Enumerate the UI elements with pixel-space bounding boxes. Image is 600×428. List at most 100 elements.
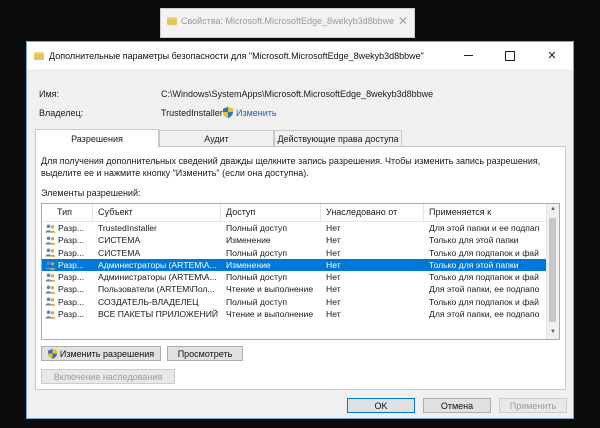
column-applies-to[interactable]: Применяется к <box>424 204 548 221</box>
close-icon: ✕ <box>547 50 557 62</box>
background-close-icon[interactable]: ✕ <box>398 14 408 28</box>
row-type-text: Разр... <box>58 259 85 270</box>
row-inherited: Нет <box>326 309 341 320</box>
row-type: Разр... <box>42 259 93 271</box>
column-access[interactable]: Доступ <box>221 204 321 221</box>
row-subject: Администраторы (ARTEM\A... <box>98 259 217 270</box>
row-type: Разр... <box>42 308 93 320</box>
column-subject[interactable]: Субъект <box>93 204 221 221</box>
folder-icon <box>167 17 177 25</box>
row-type: Разр... <box>42 296 93 308</box>
row-access: Полный доступ <box>226 247 287 258</box>
column-type[interactable]: Тип <box>42 204 93 221</box>
row-access: Чтение и выполнение <box>226 309 314 320</box>
row-access: Полный доступ <box>226 296 287 307</box>
permission-entries-label: Элементы разрешений: <box>41 188 141 198</box>
row-inherited: Нет <box>326 272 341 283</box>
scrollbar-thumb[interactable] <box>549 218 556 322</box>
permission-entries-list[interactable]: Тип Субъект Доступ Унаследовано от Приме… <box>41 203 560 340</box>
row-type-text: Разр... <box>58 223 85 233</box>
user-group-icon <box>45 261 56 270</box>
advanced-security-window: Дополнительные параметры безопасности дл… <box>26 41 574 419</box>
row-type-text: Разр... <box>58 284 85 295</box>
change-owner-label: Изменить <box>236 107 277 118</box>
maximize-icon <box>505 50 515 61</box>
table-row[interactable]: Разр... Администраторы (ARTEM\A... Полный … <box>42 271 548 283</box>
user-group-icon <box>45 248 56 258</box>
row-access: Изменение <box>226 259 271 270</box>
minimize-button[interactable] <box>447 42 489 69</box>
owner-label: Владелец: <box>39 108 84 118</box>
tab-permissions[interactable]: Разрешения <box>35 129 159 148</box>
apply-button[interactable]: Применить <box>499 398 567 413</box>
column-inherited-from[interactable]: Унаследовано от <box>321 204 424 221</box>
row-inherited: Нет <box>326 235 341 246</box>
name-label: Имя: <box>39 89 60 99</box>
table-row[interactable]: Разр... СОЗДАТЕЛЬ-ВЛАДЕЛЕЦ Полный доступ Не… <box>42 296 548 308</box>
user-group-icon <box>45 285 56 294</box>
table-row[interactable]: Разр... Администраторы (ARTEM\A... Изменен… <box>42 258 548 272</box>
table-row[interactable]: Разр... ВСЕ ПАКЕТЫ ПРИЛОЖЕНИЙ Чтение и вып… <box>42 308 548 320</box>
row-subject: Администраторы (ARTEM\A... <box>98 272 217 283</box>
change-permissions-label: Изменить разрешения <box>59 348 155 359</box>
view-button-label: Просмотреть <box>177 348 233 359</box>
tab-audit[interactable]: Аудит <box>159 130 274 147</box>
ok-button[interactable]: OK <box>347 398 415 413</box>
row-applies: Только для подпапок и фай <box>429 296 539 307</box>
tab-effective-access[interactable]: Действующие права доступа <box>274 130 402 147</box>
row-subject: ВСЕ ПАКЕТЫ ПРИЛОЖЕНИЙ <box>98 309 219 320</box>
row-type: Разр... <box>42 234 93 246</box>
row-type-text: Разр... <box>58 235 85 246</box>
uac-shield-icon <box>47 348 57 359</box>
change-owner-link[interactable]: Изменить <box>223 107 277 118</box>
tab-permissions-label: Разрешения <box>71 134 123 144</box>
background-window-title: Свойства: Microsoft.MicrosoftEdge_8wekyb… <box>181 16 395 26</box>
row-type-text: Разр... <box>58 272 85 283</box>
row-applies: Только для подпапок и фай <box>429 247 539 258</box>
row-type: Разр... <box>42 271 93 283</box>
name-value: C:\Windows\SystemApps\Microsoft.Microsof… <box>161 89 434 99</box>
row-type: Разр... <box>42 247 93 259</box>
enable-inheritance-button[interactable]: Включение наследования <box>41 369 175 384</box>
row-type-text: Разр... <box>58 247 85 258</box>
row-access: Изменение <box>226 235 271 246</box>
row-subject: СИСТЕМА <box>98 235 141 246</box>
table-row[interactable]: Разр... СИСТЕМА Изменение Нет Только для это… <box>42 234 548 246</box>
scroll-down-icon[interactable]: ▼ <box>550 329 556 335</box>
table-row[interactable]: Разр... Пользователи (ARTEM\Пол... Чтение … <box>42 283 548 295</box>
row-access: Полный доступ <box>226 223 287 233</box>
cancel-button[interactable]: Отмена <box>423 398 491 413</box>
row-access: Полный доступ <box>226 272 287 283</box>
row-type: Разр... <box>42 222 93 234</box>
user-group-icon <box>45 224 56 233</box>
owner-value: TrustedInstaller <box>161 108 223 118</box>
window-title: Дополнительные параметры безопасности дл… <box>49 50 424 61</box>
table-row[interactable]: Разр... TrustedInstaller Полный доступ Нет Д… <box>42 222 548 234</box>
table-row[interactable]: Разр... СИСТЕМА Полный доступ Нет Только для… <box>42 247 548 259</box>
uac-shield-icon <box>223 107 233 118</box>
scroll-up-icon[interactable]: ▲ <box>550 206 556 212</box>
vertical-scrollbar[interactable]: ▲ ▼ <box>546 204 559 339</box>
apply-label: Применить <box>509 400 557 411</box>
row-access: Чтение и выполнение <box>226 284 314 295</box>
permissions-panel: Для получения дополнительных сведений дв… <box>35 146 566 390</box>
user-group-icon <box>45 297 56 307</box>
row-applies: Для этой папки, ее подпапо <box>429 309 540 320</box>
close-button[interactable]: ✕ <box>531 42 573 69</box>
row-inherited: Нет <box>326 284 341 295</box>
minimize-icon <box>463 55 473 56</box>
view-button[interactable]: Просмотреть <box>167 346 243 361</box>
row-applies: Только для этой папки <box>429 235 519 246</box>
background-properties-window[interactable]: Свойства: Microsoft.MicrosoftEdge_8wekyb… <box>160 8 415 38</box>
list-rows: Разр... TrustedInstaller Полный доступ Нет Д… <box>42 222 548 320</box>
tab-effective-access-label: Действующие права доступа <box>277 134 399 144</box>
title-bar: Дополнительные параметры безопасности дл… <box>27 42 573 69</box>
user-group-icon <box>45 273 56 282</box>
enable-inheritance-label: Включение наследования <box>53 371 163 382</box>
row-subject: СОЗДАТЕЛЬ-ВЛАДЕЛЕЦ <box>98 296 199 307</box>
row-applies: Только для подпапок и фай <box>429 272 539 283</box>
maximize-button[interactable] <box>489 42 531 69</box>
tab-audit-label: Аудит <box>204 134 229 144</box>
ok-label: OK <box>374 400 388 411</box>
change-permissions-button[interactable]: Изменить разрешения <box>41 346 161 361</box>
